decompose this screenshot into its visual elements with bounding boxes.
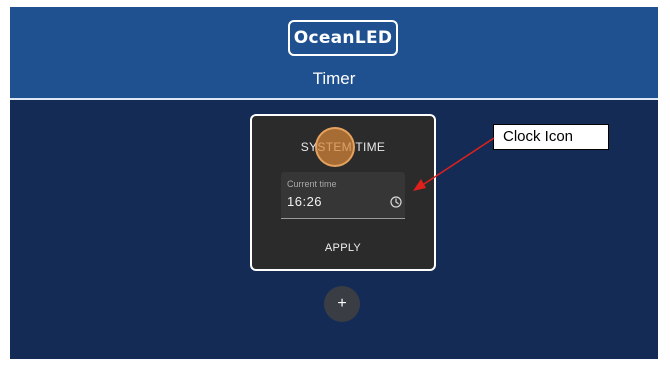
- clock-icon-callout: Clock Icon: [493, 124, 609, 150]
- system-time-card: SYSTEM TIME Current time 16:26 APPLY: [250, 114, 436, 271]
- touch-indicator: [315, 127, 355, 167]
- add-timer-button[interactable]: +: [324, 286, 360, 322]
- header-divider: [10, 98, 658, 100]
- apply-button[interactable]: APPLY: [307, 238, 379, 258]
- header: OceanLED Timer: [10, 7, 658, 98]
- oceanled-logo: OceanLED: [288, 20, 398, 56]
- page-title: Timer: [312, 69, 356, 88]
- current-time-field[interactable]: Current time 16:26: [281, 172, 405, 219]
- current-time-value[interactable]: 16:26: [287, 194, 322, 209]
- app-window: OceanLED Timer SYSTEM TIME Current time …: [10, 7, 658, 359]
- clock-icon[interactable]: [390, 196, 402, 208]
- current-time-label: Current time: [287, 179, 337, 189]
